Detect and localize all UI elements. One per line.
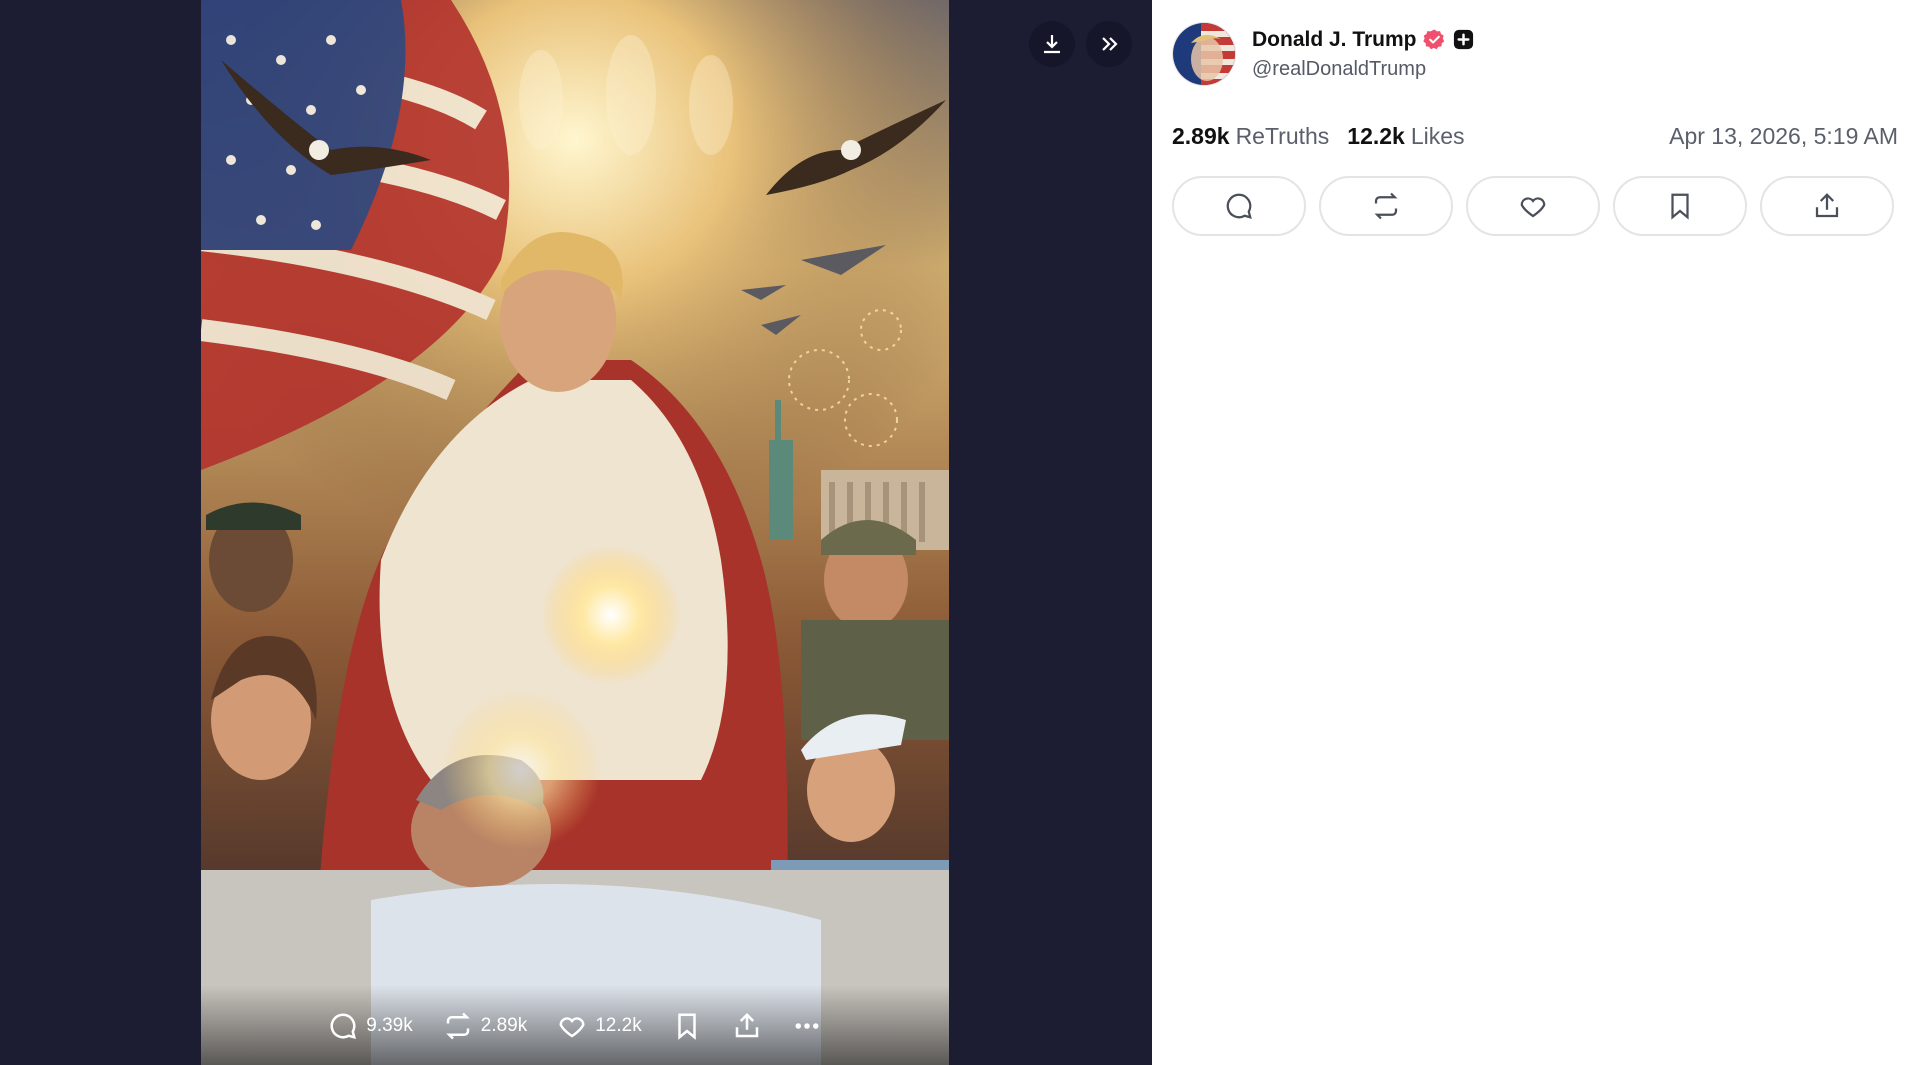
media-reply-button[interactable]: 9.39k <box>328 1011 413 1041</box>
likes-label: Likes <box>1410 123 1465 149</box>
share-icon <box>735 1012 758 1038</box>
post-panel: Donald J. Trump @realDonaldTrump 2.89k R… <box>1152 0 1918 1065</box>
media-retruth-button[interactable]: 2.89k <box>443 1011 527 1041</box>
avatar-image <box>1173 23 1235 85</box>
media-bookmark-button[interactable] <box>672 1011 702 1041</box>
retruth-icon <box>445 1012 470 1040</box>
retruths-stat[interactable]: 2.89k ReTruths <box>1172 123 1329 150</box>
collapse-panel-button[interactable] <box>1086 21 1132 67</box>
painting-illustration <box>201 0 949 1065</box>
author-name[interactable]: Donald J. Trump <box>1252 28 1417 52</box>
likes-count: 12.2k <box>1347 123 1405 149</box>
media-more-button[interactable] <box>792 1011 822 1041</box>
media-share-button[interactable] <box>732 1011 762 1041</box>
media-reply-count: 9.39k <box>366 1015 413 1036</box>
author-handle[interactable]: @realDonaldTrump <box>1252 58 1475 81</box>
chevrons-right-icon <box>1102 37 1118 51</box>
post-action-bar <box>1172 176 1894 236</box>
post-stats: 2.89k ReTruths 12.2k Likes Apr 13, 2026, 5… <box>1172 123 1898 150</box>
verified-badge <box>1422 28 1446 51</box>
retruths-count: 2.89k <box>1172 123 1230 149</box>
reply-button[interactable] <box>1172 176 1306 236</box>
post-date[interactable]: Apr 13, 2026, 5:19 AM <box>1669 123 1898 150</box>
share-button[interactable] <box>1760 176 1894 236</box>
retruths-label: ReTruths <box>1235 123 1330 149</box>
bookmark-icon <box>677 1013 696 1040</box>
reply-icon <box>330 1013 357 1040</box>
post-author: Donald J. Trump @realDonaldTrump <box>1172 22 1475 86</box>
download-icon <box>1044 35 1060 54</box>
verified-badge-icon <box>1422 29 1444 50</box>
media-like-button[interactable]: 12.2k <box>557 1011 642 1041</box>
like-icon <box>559 1017 585 1038</box>
download-button[interactable] <box>1029 21 1075 67</box>
share-icon <box>1815 193 1839 218</box>
bookmark-button[interactable] <box>1613 176 1747 236</box>
media-like-count: 12.2k <box>595 1015 642 1036</box>
media-retruth-count: 2.89k <box>480 1015 528 1036</box>
media-viewer: 9.39k 2.89k 12.2k <box>0 0 1152 1065</box>
retruth-icon <box>1374 192 1398 220</box>
avatar[interactable] <box>1172 22 1236 86</box>
plus-badge <box>1452 28 1475 51</box>
retruth-button[interactable] <box>1319 176 1453 236</box>
more-icon <box>795 1023 819 1029</box>
like-icon <box>1520 197 1546 218</box>
post-image[interactable] <box>201 0 949 1065</box>
like-button[interactable] <box>1466 176 1600 236</box>
glowing-light <box>541 545 681 685</box>
reply-icon <box>1226 193 1252 219</box>
likes-stat[interactable]: 12.2k Likes <box>1347 123 1464 150</box>
bookmark-icon <box>1671 193 1689 220</box>
plus-badge-icon <box>1453 29 1473 50</box>
media-actions-bar: 9.39k 2.89k 12.2k <box>201 1008 949 1044</box>
